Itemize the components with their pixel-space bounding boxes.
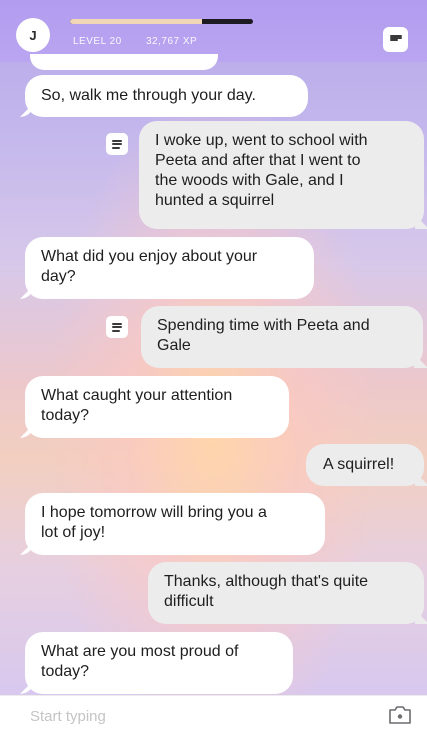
bot-message: What caught your attention today? (25, 376, 289, 438)
message-text: So, walk me through your day. (41, 87, 256, 104)
composer-bar (0, 695, 427, 731)
user-message: I woke up, went to school with Peeta and… (139, 121, 424, 229)
menu-button[interactable] (383, 27, 408, 52)
avatar[interactable]: J (16, 18, 50, 52)
user-message: Spending time with Peeta and Gale (141, 306, 423, 368)
message-line: I woke up, went to school with (155, 132, 368, 149)
message-line: lot of joy! (41, 524, 106, 541)
note-lines-icon (112, 322, 122, 332)
user-message: A squirrel! (306, 444, 424, 486)
message-line: I hope tomorrow will bring you a (41, 504, 267, 521)
xp-progress-bar (70, 19, 253, 24)
message-line: What did you enjoy about your (41, 248, 258, 265)
message-line: day? (41, 268, 76, 285)
message-line: What are you most proud of (41, 643, 239, 660)
message-line: Thanks, although that's quite (164, 573, 369, 590)
bot-message: I hope tomorrow will bring you a lot of … (25, 493, 325, 555)
bot-message: What did you enjoy about your day? (25, 237, 314, 299)
message-line: What caught your attention (41, 387, 233, 404)
user-message: Thanks, although that's quite difficult (148, 562, 424, 624)
message-line: the woods with Gale, and I (155, 172, 344, 189)
previous-message-peek (30, 54, 218, 70)
menu-lines-icon (389, 34, 402, 45)
camera-icon (389, 706, 411, 724)
message-line: Gale (157, 337, 191, 354)
note-lines-icon (112, 139, 122, 149)
note-button[interactable] (106, 316, 128, 338)
message-line: Peeta and after that I went to (155, 152, 361, 169)
message-input[interactable] (30, 705, 350, 727)
message-text: A squirrel! (323, 456, 395, 473)
note-button[interactable] (106, 133, 128, 155)
bot-message: So, walk me through your day. (25, 75, 308, 117)
message-line: Spending time with Peeta and (157, 317, 370, 334)
top-bar: J LEVEL 20 32,767 XP (0, 0, 427, 62)
camera-button[interactable] (387, 703, 413, 727)
chat-screen: J LEVEL 20 32,767 XP So, walk me through… (0, 0, 427, 731)
xp-progress-fill (70, 19, 202, 24)
level-label: LEVEL 20 (73, 36, 122, 47)
bot-message: What are you most proud of today? (25, 632, 293, 694)
message-line: difficult (164, 593, 214, 610)
message-line: today? (41, 663, 90, 680)
message-line: hunted a squirrel (155, 192, 275, 209)
xp-label: 32,767 XP (146, 36, 198, 47)
message-line: today? (41, 407, 90, 424)
